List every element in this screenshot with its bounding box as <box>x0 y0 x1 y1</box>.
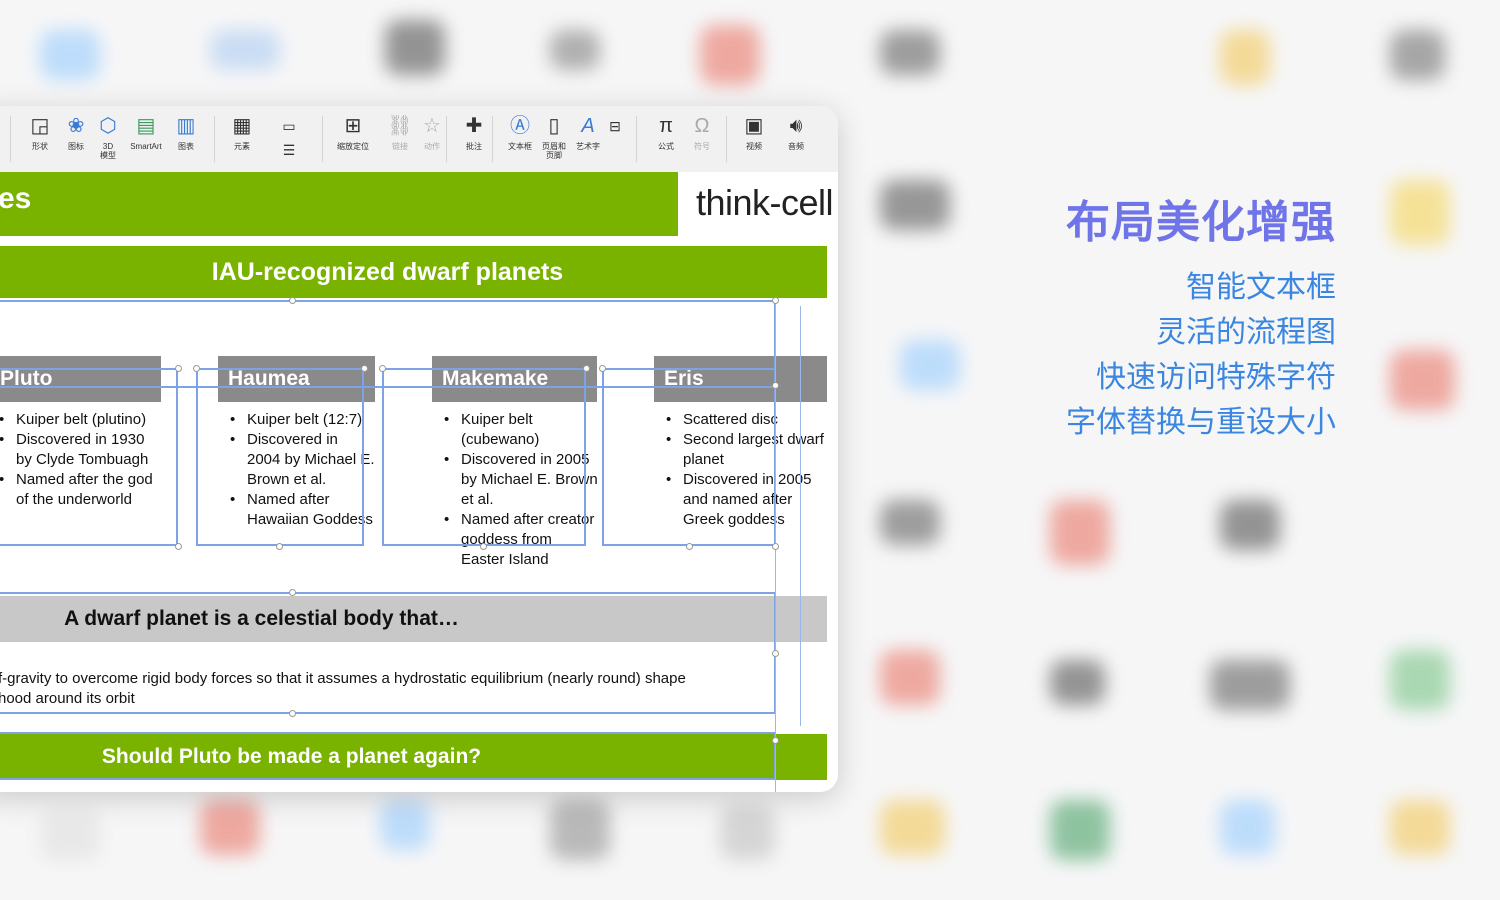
think-cell-logo: think-cell <box>696 182 834 223</box>
feature-special-chars: 快速访问特殊字符 <box>1096 361 1336 394</box>
3d-model-label: 3D 模型 <box>100 142 116 160</box>
video-icon: ▣ <box>744 115 764 137</box>
selection-frame <box>0 732 776 780</box>
smartart-icon: ▤ <box>136 115 156 137</box>
resize-handle[interactable] <box>772 650 779 657</box>
audio-icon: 🔊︎ <box>789 115 803 137</box>
resize-handle[interactable] <box>276 543 283 550</box>
shape-tools-icon: ▭ ☰ <box>282 118 296 158</box>
resize-handle[interactable] <box>175 365 182 372</box>
symbol-label: 符号 <box>694 142 710 151</box>
selection-frame <box>0 592 776 714</box>
selection-frame <box>0 368 178 546</box>
resize-handle[interactable] <box>289 710 296 717</box>
resize-handle[interactable] <box>772 543 779 550</box>
shape-button[interactable]: ◲ 形状 <box>20 114 60 166</box>
chart-icon: ▥ <box>176 115 196 137</box>
resize-handle[interactable] <box>599 365 606 372</box>
resize-handle[interactable] <box>289 589 296 596</box>
equation-button[interactable]: π 公式 <box>646 114 686 166</box>
video-button[interactable]: ▣ 视频 <box>734 114 774 166</box>
zoom-button[interactable]: ⊞ 缩放定位 <box>330 114 376 166</box>
shape-icon: ◲ <box>30 115 50 137</box>
equation-icon: π <box>659 115 673 137</box>
insert-ribbon: ◲ 形状 ❀ 图标 ⬡ 3D 模型 ▤ SmartArt ▥ 图表 ▦ 元素 ▭… <box>0 106 838 173</box>
resize-handle[interactable] <box>289 297 296 304</box>
action-icon: ☆ <box>423 115 441 137</box>
audio-label: 音频 <box>788 142 804 151</box>
resize-handle[interactable] <box>583 365 590 372</box>
ribbon-separator <box>492 116 493 162</box>
selection-frame <box>382 368 586 546</box>
shape-label: 形状 <box>32 142 48 151</box>
presentation-window: ◲ 形状 ❀ 图标 ⬡ 3D 模型 ▤ SmartArt ▥ 图表 ▦ 元素 ▭… <box>0 106 838 792</box>
audio-button[interactable]: 🔊︎ 音频 <box>776 114 816 166</box>
feature-flowchart: 灵活的流程图 <box>1156 316 1336 349</box>
ribbon-separator <box>214 116 215 162</box>
3d-model-button[interactable]: ⬡ 3D 模型 <box>88 114 128 166</box>
resize-handle[interactable] <box>686 543 693 550</box>
smartart-label: SmartArt <box>130 142 162 151</box>
equation-label: 公式 <box>658 142 674 151</box>
textbox-icon: Ⓐ <box>510 115 530 137</box>
wordart-icon: A <box>581 115 595 137</box>
height-arrow <box>800 306 801 726</box>
resize-handle[interactable] <box>379 365 386 372</box>
slide-number-icon: ⊟ <box>609 118 621 134</box>
header-footer-icon: ▯ <box>548 115 560 137</box>
resize-handle[interactable] <box>772 297 779 304</box>
cube-icon: ⬡ <box>99 115 117 137</box>
chart-button[interactable]: ▥ 图表 <box>166 114 206 166</box>
ribbon-separator <box>10 116 11 162</box>
video-label: 视频 <box>746 142 762 151</box>
shape-tools-button[interactable]: ▭ ☰ <box>264 114 314 166</box>
ribbon-separator <box>636 116 637 162</box>
ribbon-separator <box>726 116 727 162</box>
smartart-button[interactable]: ▤ SmartArt <box>124 114 168 166</box>
resize-handle[interactable] <box>193 365 200 372</box>
slide-title[interactable]: es <box>0 182 31 216</box>
comment-icon: ✚ <box>465 115 483 137</box>
feature-smart-textbox: 智能文本框 <box>1186 271 1336 304</box>
comment-button[interactable]: ✚ 批注 <box>454 114 494 166</box>
symbol-button[interactable]: Ω 符号 <box>682 114 722 166</box>
date-slide-number-button[interactable]: ⊟ <box>602 114 628 166</box>
slide-canvas[interactable]: es think-cell IAU-recognized dwarf plane… <box>0 172 838 792</box>
elements-button[interactable]: ▦ 元素 <box>222 114 262 166</box>
ribbon-separator <box>322 116 323 162</box>
elements-label: 元素 <box>234 142 250 151</box>
elements-icon: ▦ <box>232 115 252 137</box>
zoom-icon: ⊞ <box>344 115 362 137</box>
feature-headline: 布局美化增强 <box>1066 198 1336 247</box>
resize-handle[interactable] <box>772 737 779 744</box>
slide-title-bar: es <box>0 172 678 236</box>
resize-handle[interactable] <box>175 543 182 550</box>
chart-label: 图表 <box>178 142 194 151</box>
selection-frame <box>196 368 364 546</box>
section-title-band[interactable]: IAU-recognized dwarf planets <box>0 246 827 298</box>
section-title: IAU-recognized dwarf planets <box>211 258 564 286</box>
resize-handle[interactable] <box>772 382 779 389</box>
ribbon-separator <box>446 116 447 162</box>
icons-icon: ❀ <box>67 115 85 137</box>
link-icon: ⛓ <box>387 115 413 137</box>
zoom-label: 缩放定位 <box>337 142 369 151</box>
comment-label: 批注 <box>466 142 482 151</box>
symbol-icon: Ω <box>694 115 710 137</box>
resize-handle[interactable] <box>361 365 368 372</box>
resize-handle[interactable] <box>480 543 487 550</box>
feature-font-replace: 字体替换与重设大小 <box>1066 406 1336 439</box>
selection-frame <box>602 368 776 546</box>
